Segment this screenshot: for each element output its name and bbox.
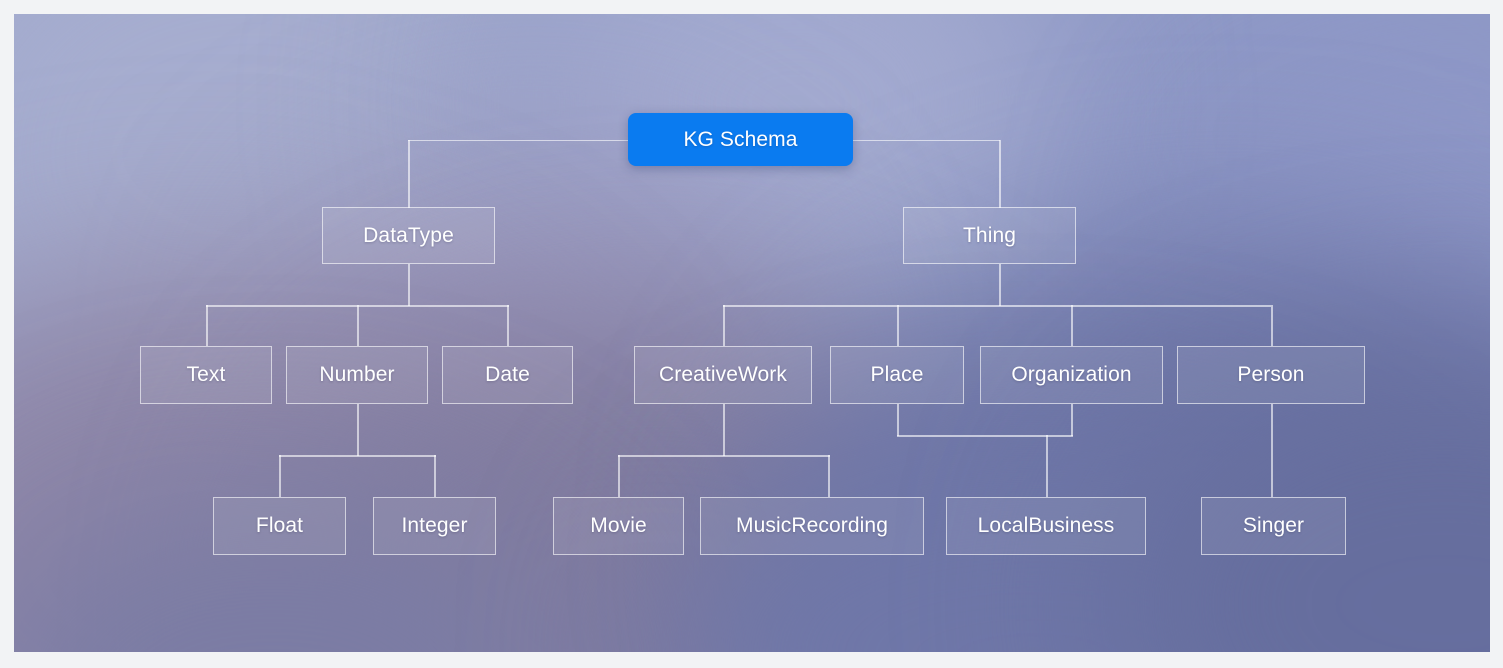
node-float[interactable]: Float: [213, 497, 346, 555]
edge-person-to-singer: [1271, 404, 1273, 497]
node-label: Organization: [1011, 363, 1132, 386]
node-movie[interactable]: Movie: [553, 497, 684, 555]
node-text[interactable]: Text: [140, 346, 272, 404]
node-label: Text: [186, 363, 226, 386]
node-localbusiness[interactable]: LocalBusiness: [946, 497, 1146, 555]
edge-bar-to-date: [507, 305, 509, 346]
node-date[interactable]: Date: [442, 346, 573, 404]
edge-place-drop: [897, 404, 899, 436]
edge-root-to-level1-bar: [408, 139, 633, 142]
edge-thing-drop: [999, 264, 1001, 306]
edge-bar-to-place: [897, 305, 899, 346]
node-label: MusicRecording: [736, 514, 888, 537]
node-label: Number: [319, 363, 395, 386]
edge-bar-to-text: [206, 305, 208, 346]
node-kg-schema[interactable]: KG Schema: [628, 113, 853, 166]
edge-bar-to-movie: [618, 455, 620, 497]
node-integer[interactable]: Integer: [373, 497, 496, 555]
edge-bar-to-musicrecording: [828, 455, 830, 497]
node-datatype[interactable]: DataType: [322, 207, 495, 264]
edge-bar-to-creativework: [723, 305, 725, 346]
node-creativework[interactable]: CreativeWork: [634, 346, 812, 404]
node-label: DataType: [363, 223, 454, 247]
node-label: LocalBusiness: [977, 514, 1115, 537]
node-number[interactable]: Number: [286, 346, 428, 404]
edge-merge-to-localbusiness: [1046, 435, 1048, 497]
edge-number-bar: [279, 455, 436, 457]
edge-bar-to-number: [357, 305, 359, 346]
edge-root-to-datatype: [408, 139, 410, 208]
node-label: CreativeWork: [658, 363, 787, 386]
edge-datatype-drop: [408, 264, 410, 306]
edge-root-to-thing: [999, 139, 1001, 208]
node-musicrecording[interactable]: MusicRecording: [700, 497, 924, 555]
node-label: Place: [870, 363, 924, 386]
node-label: Integer: [401, 514, 468, 537]
node-singer[interactable]: Singer: [1201, 497, 1346, 555]
kg-schema-tree: KG Schema DataType Thing Text Number Dat…: [14, 14, 1490, 652]
node-label: Movie: [590, 514, 647, 537]
node-person[interactable]: Person: [1177, 346, 1365, 404]
node-label: Float: [255, 514, 304, 537]
node-label: Date: [485, 363, 530, 386]
edge-thing-bar: [723, 305, 1271, 307]
node-label: Singer: [1242, 514, 1305, 537]
edge-bar-to-person: [1271, 305, 1273, 346]
edge-organization-drop: [1071, 404, 1073, 436]
edge-number-drop: [357, 404, 359, 456]
edge-bar-to-float: [279, 455, 281, 497]
edge-creativework-drop: [723, 404, 725, 456]
node-label: Thing: [962, 223, 1017, 247]
node-thing[interactable]: Thing: [903, 207, 1076, 264]
edge-bar-to-integer: [434, 455, 436, 497]
edge-creativework-bar: [618, 455, 830, 457]
diagram-canvas: KG Schema DataType Thing Text Number Dat…: [14, 14, 1490, 652]
edge-bar-to-organization: [1071, 305, 1073, 346]
node-label: Person: [1237, 363, 1305, 386]
node-place[interactable]: Place: [830, 346, 964, 404]
edge-root-to-level1-bar-right: [853, 139, 1000, 142]
node-label: KG Schema: [683, 127, 798, 151]
node-organization[interactable]: Organization: [980, 346, 1163, 404]
